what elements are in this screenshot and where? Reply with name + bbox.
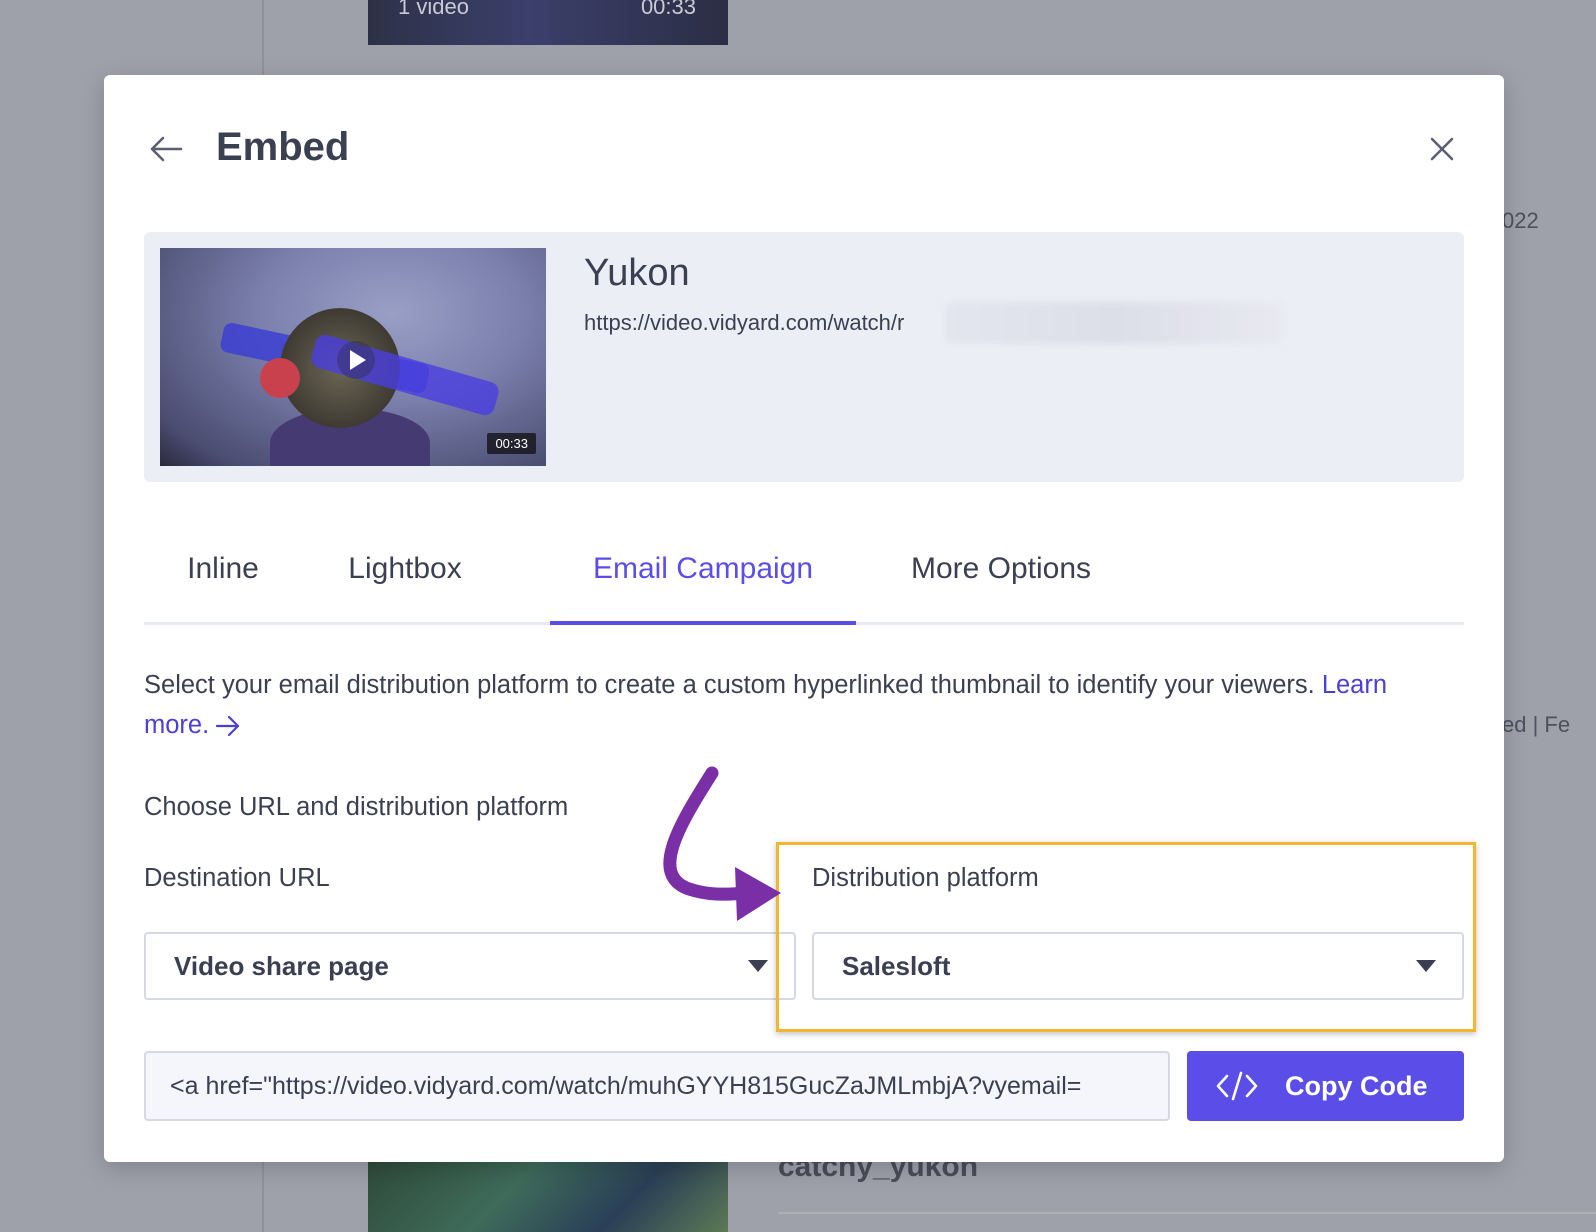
modal-title: Embed	[216, 125, 350, 169]
copy-code-button[interactable]: Copy Code	[1187, 1051, 1464, 1121]
annotation-arrow-icon	[663, 766, 781, 921]
distribution-platform-label: Distribution platform	[812, 864, 1039, 892]
video-url: https://video.vidyard.com/watch/r	[584, 310, 905, 335]
background-video-thumbnail-2	[368, 1160, 728, 1232]
video-thumbnail[interactable]: 00:33	[160, 248, 546, 466]
tab-more-options[interactable]: More Options	[856, 515, 1146, 622]
description-text: Select your email distribution platform …	[144, 671, 1315, 699]
close-icon	[1430, 137, 1454, 161]
code-icon	[1215, 1071, 1259, 1101]
destination-url-select[interactable]: Video share page	[144, 932, 796, 1000]
embed-modal: Embed 00:33 Yukon https://video.vidyard.…	[104, 75, 1504, 1162]
url-redaction	[944, 302, 1284, 344]
background-date-fragment: 022	[1502, 208, 1539, 233]
email-campaign-description: Select your email distribution platform …	[144, 665, 1404, 745]
arrow-left-icon	[150, 136, 183, 162]
tab-email-campaign-label: Email Campaign	[592, 551, 814, 585]
video-name: Yukon	[584, 252, 690, 294]
play-icon[interactable]	[336, 340, 376, 380]
video-card: 00:33 Yukon https://video.vidyard.com/wa…	[144, 232, 1464, 482]
destination-url-value: Video share page	[174, 950, 389, 981]
embed-tabs: Inline Lightbox Email Campaign More Opti…	[144, 515, 1464, 625]
background-divider	[778, 1212, 1596, 1214]
chevron-down-icon	[1416, 960, 1436, 972]
chevron-down-icon	[748, 960, 768, 972]
back-button[interactable]	[144, 127, 188, 171]
background-playlist-count: 1 video	[398, 0, 469, 19]
background-video-thumbnail: 1 video 00:33	[368, 0, 728, 45]
destination-url-label: Destination URL	[144, 864, 330, 892]
section-heading: Choose URL and distribution platform	[144, 793, 569, 821]
arrow-right-icon	[216, 716, 240, 737]
embed-code-field[interactable]	[144, 1051, 1170, 1121]
tab-inline[interactable]: Inline	[144, 515, 302, 622]
active-tab-indicator	[550, 621, 856, 625]
copy-code-label: Copy Code	[1285, 1070, 1428, 1101]
tab-email-campaign[interactable]: Email Campaign	[550, 515, 856, 625]
background-filter-fragment: ed | Fe	[1502, 712, 1571, 737]
close-button[interactable]	[1420, 127, 1464, 171]
distribution-platform-select[interactable]: Salesloft	[812, 932, 1464, 1000]
duration-badge: 00:33	[487, 433, 536, 454]
background-duration: 00:33	[640, 0, 696, 19]
tab-lightbox[interactable]: Lightbox	[302, 515, 508, 622]
distribution-platform-value: Salesloft	[842, 950, 951, 981]
